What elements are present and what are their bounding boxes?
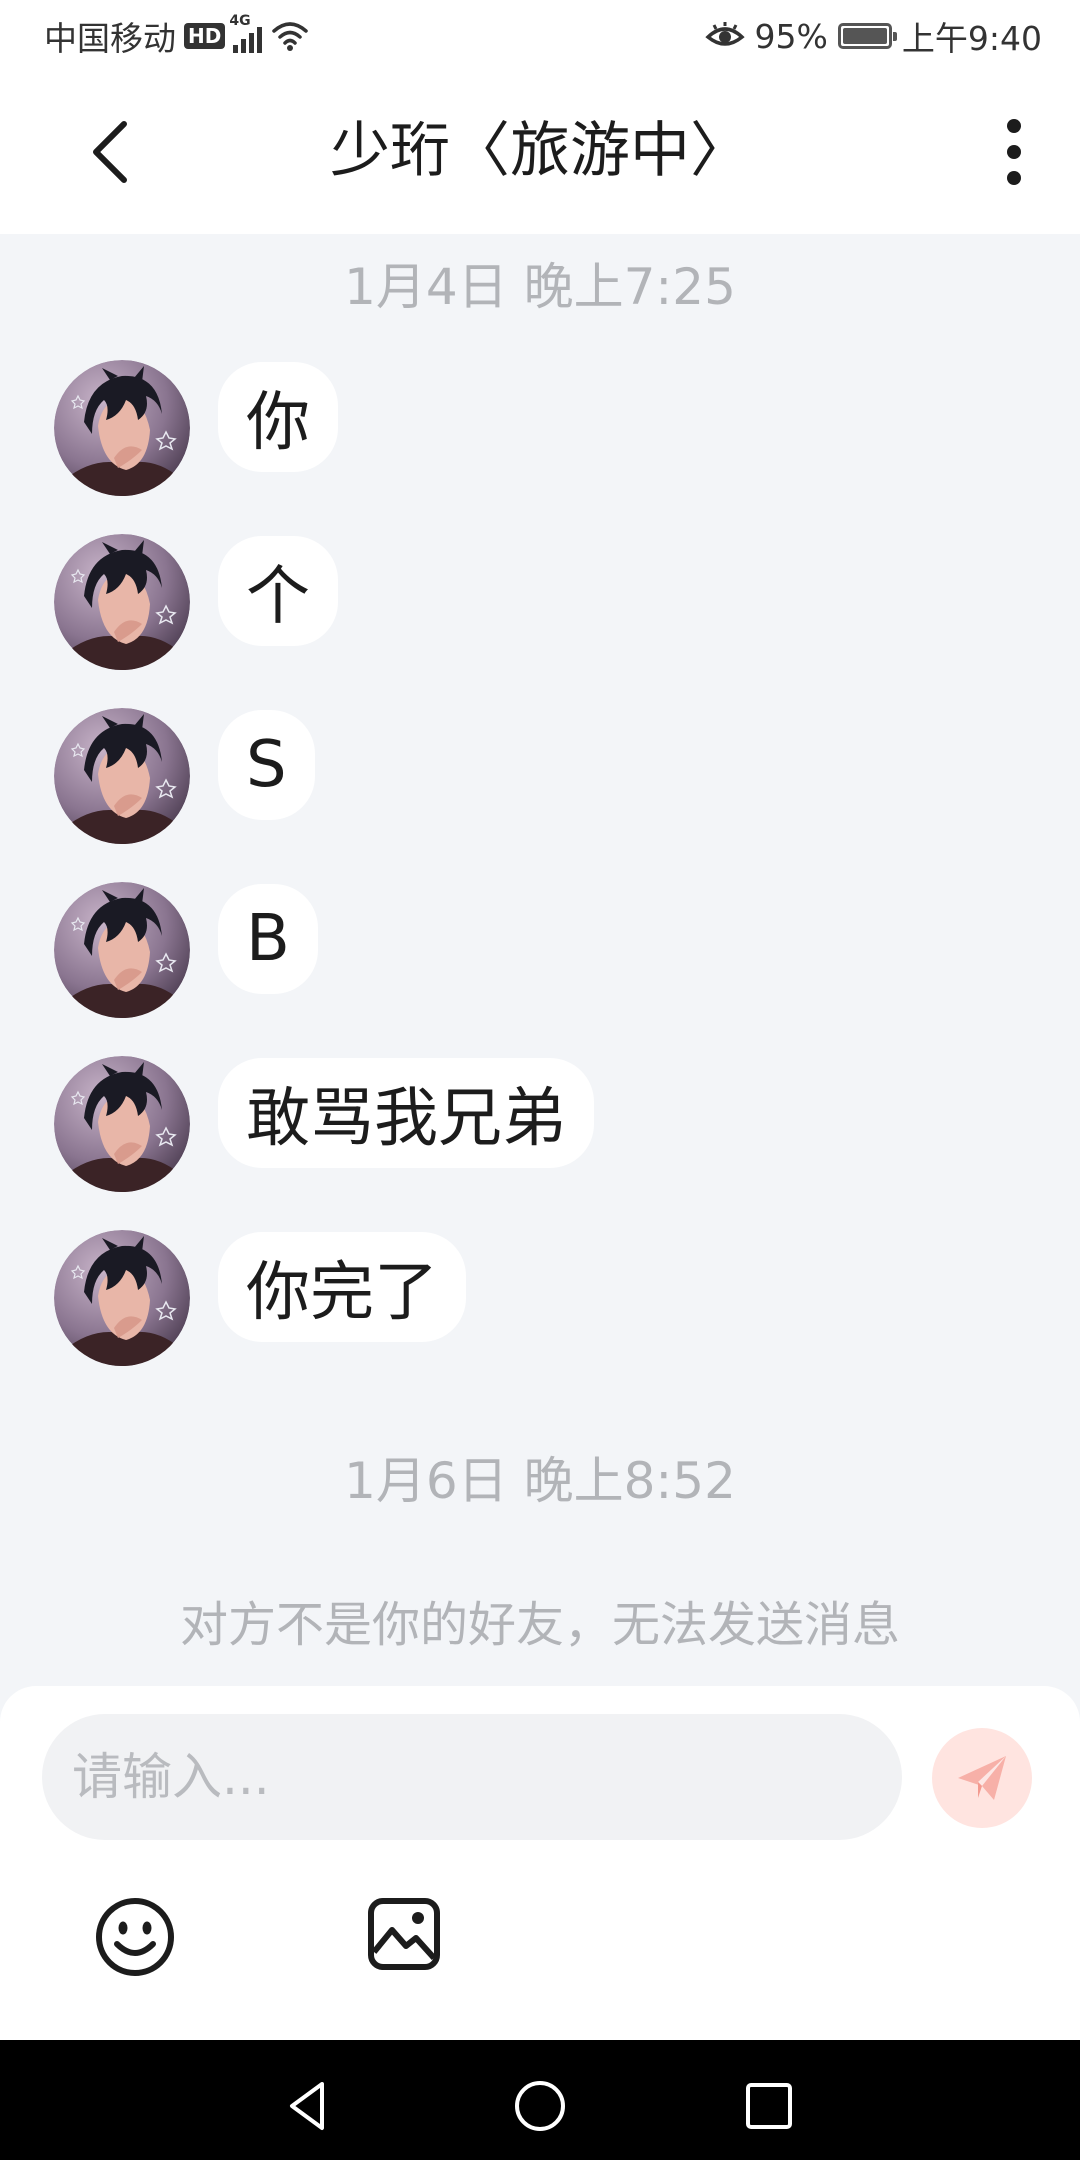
network-type: 4G — [229, 13, 251, 29]
status-right: 95% 上午9:40 — [704, 14, 1042, 58]
nav-back-button[interactable] — [278, 2076, 338, 2136]
nav-recent-button[interactable] — [739, 2076, 799, 2136]
image-icon — [368, 1898, 440, 1970]
status-left: 中国移动 HD 4G — [44, 13, 310, 58]
hd-badge: HD — [184, 23, 226, 49]
message-bubble[interactable]: 个 — [218, 536, 338, 646]
status-bar: 中国移动 HD 4G 95% 上午9:40 — [0, 0, 1080, 72]
message-row: 个 — [54, 534, 338, 670]
message-bubble[interactable]: 你完了 — [218, 1232, 466, 1342]
chat-header: 少珩〈旅游中〉 — [0, 72, 1080, 234]
paper-plane-icon — [958, 1756, 1006, 1800]
eye-comfort-icon — [704, 22, 745, 46]
message-input[interactable]: 请输入... — [42, 1714, 902, 1840]
more-options-button[interactable] — [984, 112, 1044, 192]
wifi-icon — [272, 22, 309, 51]
chevron-left-icon — [93, 121, 127, 183]
circle-home-icon — [515, 2081, 565, 2131]
signal-icon: 4G — [229, 13, 263, 53]
message-bubble[interactable]: B — [218, 884, 318, 994]
nav-home-button[interactable] — [510, 2076, 570, 2136]
image-button[interactable] — [366, 1896, 442, 1972]
chat-area[interactable]: 1月4日 晚上7:25 你 个 S B 敢骂我兄弟 你完了 1月6日 晚上8:5… — [0, 234, 1080, 1686]
battery-percent: 95% — [754, 16, 828, 56]
page-title: 少珩〈旅游中〉 — [330, 116, 750, 186]
timestamp: 1月6日 晚上8:52 — [344, 1452, 736, 1510]
message-row: S — [54, 708, 315, 844]
avatar[interactable] — [54, 534, 190, 670]
avatar[interactable] — [54, 708, 190, 844]
back-button[interactable] — [72, 112, 152, 192]
message-bubble[interactable]: S — [218, 710, 315, 820]
message-row: 敢骂我兄弟 — [54, 1056, 594, 1192]
avatar[interactable] — [54, 1056, 190, 1192]
square-recent-icon — [746, 2083, 792, 2129]
smiley-icon — [96, 1898, 174, 1976]
carrier-name: 中国移动 — [44, 19, 176, 58]
emoji-button[interactable] — [94, 1896, 176, 1978]
clock: 上午9:40 — [901, 19, 1042, 58]
avatar[interactable] — [54, 360, 190, 496]
message-row: 你 — [54, 360, 338, 496]
message-row: 你完了 — [54, 1230, 466, 1366]
system-notice: 对方不是你的好友，无法发送消息 — [179, 1597, 900, 1653]
system-navigation-bar — [0, 2040, 1080, 2160]
message-bubble[interactable]: 敢骂我兄弟 — [218, 1058, 594, 1168]
send-button[interactable] — [932, 1728, 1032, 1828]
avatar[interactable] — [54, 882, 190, 1018]
timestamp: 1月4日 晚上7:25 — [344, 258, 736, 316]
message-row: B — [54, 882, 318, 1018]
more-vertical-icon — [1007, 119, 1021, 185]
battery-icon — [837, 23, 897, 49]
message-bubble[interactable]: 你 — [218, 362, 338, 472]
triangle-back-icon — [290, 2082, 324, 2130]
avatar[interactable] — [54, 1230, 190, 1366]
composer-panel: 请输入... — [0, 1686, 1080, 2040]
